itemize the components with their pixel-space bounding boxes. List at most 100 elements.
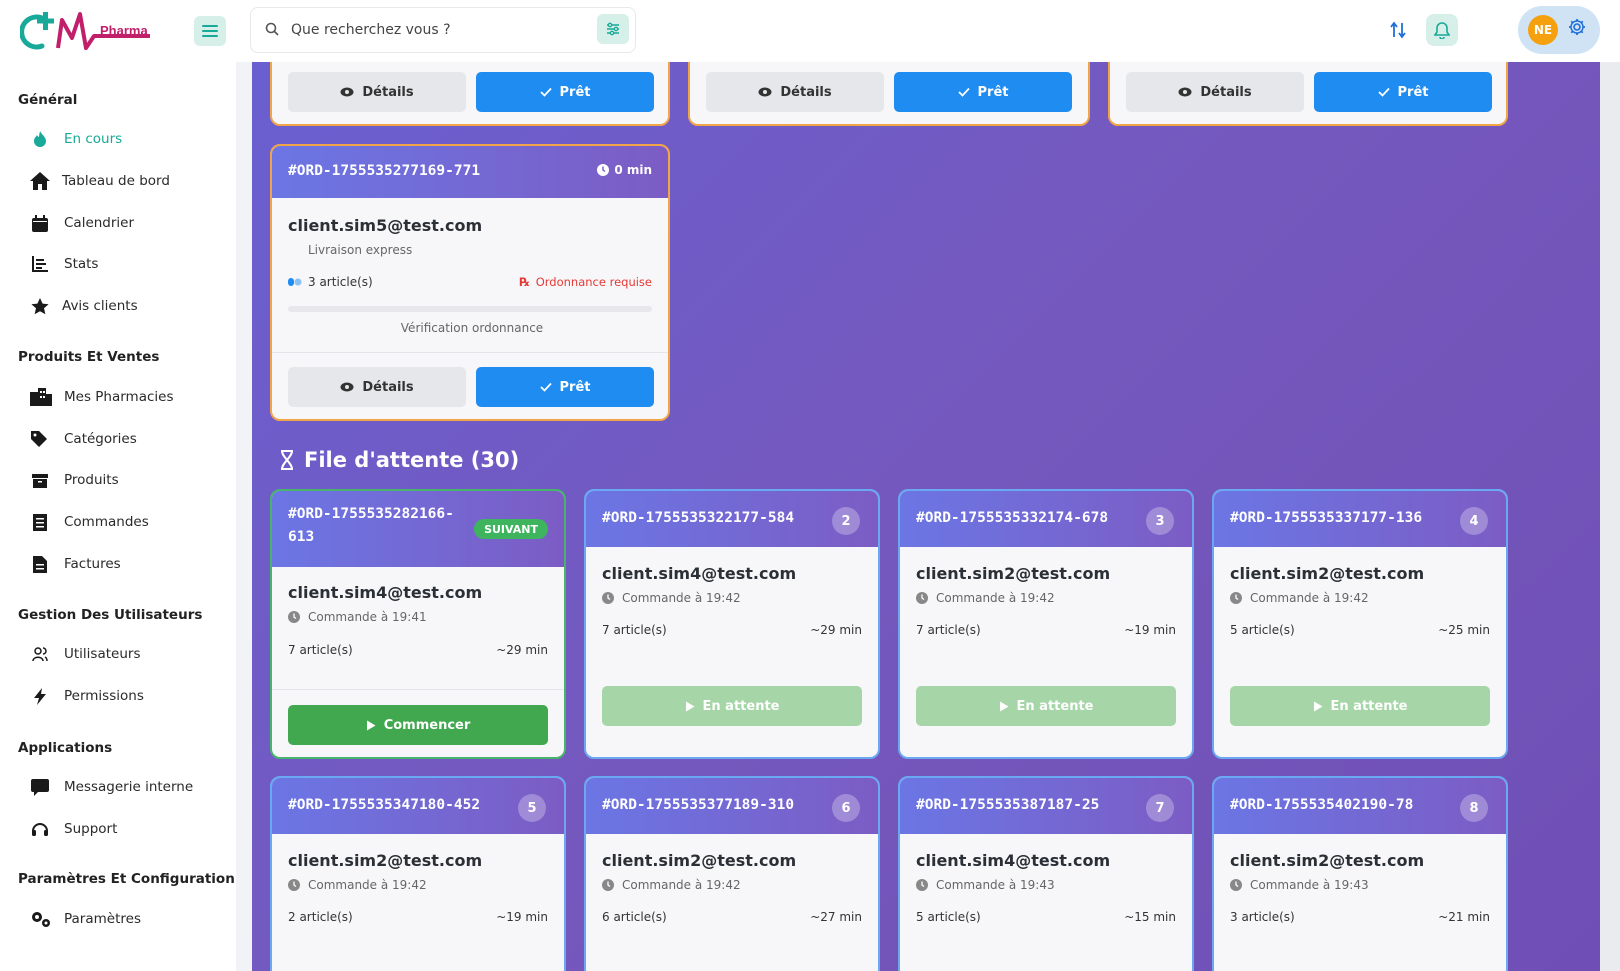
queue-position-badge: 3 <box>1146 507 1174 535</box>
sidebar-item-label: Support <box>64 821 118 837</box>
bar-chart-icon <box>30 254 50 274</box>
clock-icon <box>288 611 300 623</box>
card-header: #ORD-1755535387187-25 7 <box>900 778 1192 834</box>
in-progress-order-card[interactable]: #ORD-1755535277169-771 0 min client.sim5… <box>270 144 670 421</box>
menu-toggle-button[interactable] <box>194 16 226 46</box>
settings-gear-icon[interactable] <box>1568 18 1586 40</box>
search-icon <box>265 21 279 40</box>
eta: ~19 min <box>1124 623 1176 637</box>
sidebar-item-tableau-de-bord[interactable]: Tableau de bord <box>30 169 170 193</box>
ready-button[interactable]: Prêt <box>476 367 654 407</box>
waiting-button[interactable]: En attente <box>916 686 1176 726</box>
user-menu[interactable]: NE <box>1518 6 1600 54</box>
details-button[interactable]: Détails <box>288 72 466 112</box>
filter-button[interactable] <box>597 14 629 44</box>
order-time: Commande à 19:42 <box>288 878 427 892</box>
orders-board[interactable]: Détails Prêt Détails Prêt Détails Prêt #… <box>252 62 1600 971</box>
sidebar-item-label: Produits <box>64 472 119 488</box>
sidebar-item-parametres[interactable]: Paramètres <box>30 907 141 931</box>
eta: ~27 min <box>810 910 862 924</box>
order-time: Commande à 19:42 <box>602 591 741 605</box>
order-id: #ORD-1755535282166- <box>288 506 454 522</box>
sidebar-item-commandes[interactable]: Commandes <box>30 510 149 534</box>
sidebar-item-avis-clients[interactable]: Avis clients <box>30 294 138 318</box>
clock-icon <box>916 879 928 891</box>
queue-card-5[interactable]: #ORD-1755535347180-452 5 client.sim2@tes… <box>270 776 566 971</box>
sidebar-item-factures[interactable]: Factures <box>30 552 121 576</box>
section-title-produits-ventes: Produits Et Ventes <box>18 349 160 365</box>
queue-card-4[interactable]: #ORD-1755535337177-136 4 client.sim2@tes… <box>1212 489 1508 759</box>
customer-email: client.sim2@test.com <box>602 851 797 870</box>
order-time: Commande à 19:43 <box>1230 878 1369 892</box>
sidebar-item-calendrier[interactable]: Calendrier <box>30 211 134 235</box>
order-time: Commande à 19:42 <box>1230 591 1369 605</box>
article-count: 5 article(s) <box>916 910 981 924</box>
ready-button[interactable]: Prêt <box>1314 72 1492 112</box>
queue-card-next[interactable]: #ORD-1755535282166- 613 SUIVANT client.s… <box>270 489 566 759</box>
sort-arrows-icon <box>1390 21 1406 39</box>
sidebar-item-messagerie[interactable]: Messagerie interne <box>30 775 193 799</box>
queue-card-8[interactable]: #ORD-1755535402190-78 8 client.sim2@test… <box>1212 776 1508 971</box>
article-count: 3 article(s) <box>1230 910 1295 924</box>
play-icon <box>366 720 376 730</box>
customer-email: client.sim4@test.com <box>916 851 1111 870</box>
waiting-button[interactable]: En attente <box>1230 686 1490 726</box>
eye-icon <box>1178 87 1192 97</box>
queue-card-2[interactable]: #ORD-1755535322177-584 2 client.sim4@tes… <box>584 489 880 759</box>
app-logo[interactable]: Pharma <box>19 8 160 54</box>
sidebar-item-stats[interactable]: Stats <box>30 252 98 276</box>
sidebar-item-support[interactable]: Support <box>30 817 117 841</box>
sort-arrows-button[interactable] <box>1382 14 1414 46</box>
ready-button[interactable]: Prêt <box>476 72 654 112</box>
calendar-icon <box>30 213 50 233</box>
order-time: Commande à 19:43 <box>916 878 1055 892</box>
in-progress-card-cutoff-2: Détails Prêt <box>688 62 1090 126</box>
bolt-icon <box>30 686 50 706</box>
play-icon <box>1313 701 1323 711</box>
queue-card-7[interactable]: #ORD-1755535387187-25 7 client.sim4@test… <box>898 776 1194 971</box>
sidebar-item-mes-pharmacies[interactable]: Mes Pharmacies <box>30 385 174 409</box>
invoice-icon <box>30 554 50 574</box>
sidebar-item-categories[interactable]: Catégories <box>30 427 137 451</box>
article-count: 5 article(s) <box>1230 623 1295 637</box>
search-input[interactable] <box>291 22 581 38</box>
eye-icon <box>340 382 354 392</box>
eta: ~15 min <box>1124 910 1176 924</box>
check-icon <box>539 382 552 392</box>
details-button[interactable]: Détails <box>706 72 884 112</box>
queue-card-3[interactable]: #ORD-1755535332174-678 3 client.sim2@tes… <box>898 489 1194 759</box>
avatar[interactable]: NE <box>1528 15 1558 45</box>
article-count: 7 article(s) <box>288 643 353 657</box>
customer-email: client.sim2@test.com <box>1230 564 1425 583</box>
notifications-button[interactable] <box>1426 14 1458 46</box>
queue-card-6[interactable]: #ORD-1755535377189-310 6 client.sim2@tes… <box>584 776 880 971</box>
start-button[interactable]: Commencer <box>288 705 548 745</box>
box-icon <box>30 470 50 490</box>
customer-email: client.sim4@test.com <box>602 564 797 583</box>
customer-email: client.sim2@test.com <box>916 564 1111 583</box>
chat-icon <box>30 777 50 797</box>
ready-button[interactable]: Prêt <box>894 72 1072 112</box>
customer-email: client.sim5@test.com <box>288 216 483 235</box>
hourglass-icon <box>281 450 293 470</box>
sidebar-item-en-cours[interactable]: En cours <box>30 127 122 151</box>
details-button[interactable]: Détails <box>1126 72 1304 112</box>
queue-position-badge: 7 <box>1146 794 1174 822</box>
tags-icon <box>30 429 50 449</box>
details-button[interactable]: Détails <box>288 367 466 407</box>
order-id: #ORD-1755535402190-78 <box>1230 797 1414 813</box>
order-id: #ORD-1755535387187-25 <box>916 797 1100 813</box>
card-header: #ORD-1755535402190-78 8 <box>1214 778 1506 834</box>
sidebar-item-permissions[interactable]: Permissions <box>30 684 144 708</box>
eta: ~29 min <box>810 623 862 637</box>
play-icon <box>999 701 1009 711</box>
sidebar-item-produits[interactable]: Produits <box>30 468 119 492</box>
waiting-button[interactable]: En attente <box>602 686 862 726</box>
sidebar-item-utilisateurs[interactable]: Utilisateurs <box>30 642 140 666</box>
sidebar-item-label: En cours <box>64 131 123 147</box>
clock-icon <box>597 164 610 176</box>
sidebar-item-label: Paramètres <box>64 911 141 927</box>
sidebar-item-label: Tableau de bord <box>62 173 170 189</box>
receipt-icon <box>30 512 50 532</box>
eta: ~19 min <box>496 910 548 924</box>
